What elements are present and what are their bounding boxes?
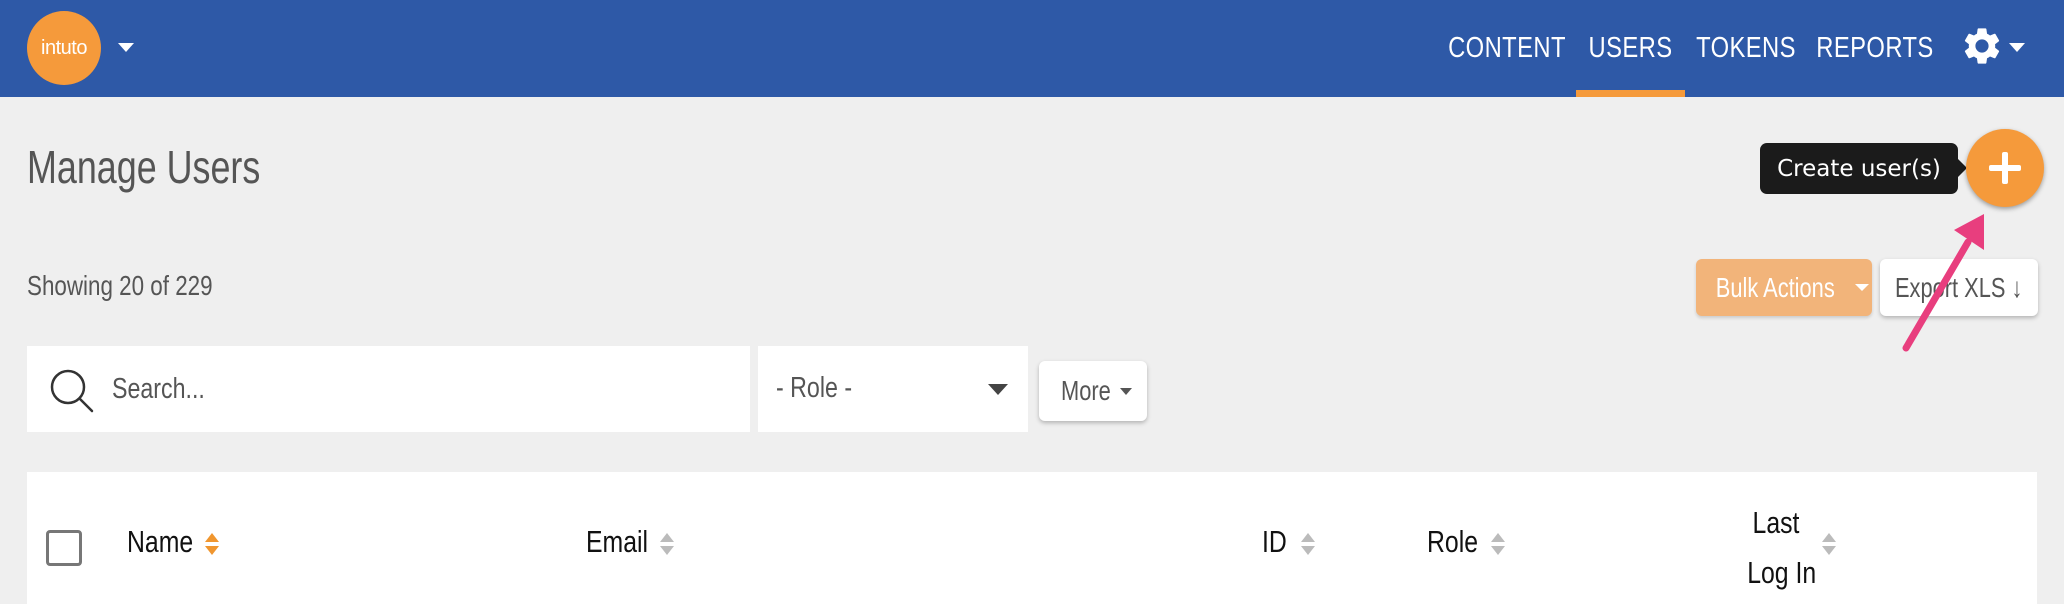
nav-users[interactable]: USERS	[1586, 0, 1675, 97]
nav-reports[interactable]: REPORTS	[1816, 0, 1933, 97]
chevron-down-icon	[1855, 284, 1870, 291]
app-menu-caret-icon[interactable]	[118, 43, 134, 52]
last-log-in-line-2: Log In	[1747, 555, 1817, 590]
page-title: Manage Users	[27, 141, 261, 193]
column-header-email[interactable]: Email	[586, 524, 648, 560]
intuto-logo[interactable]: intuto	[27, 11, 101, 85]
nav-tokens[interactable]: TOKENS	[1696, 0, 1795, 97]
sort-icon[interactable]	[1301, 533, 1315, 557]
column-header-name[interactable]: Name	[127, 524, 193, 560]
column-header-last-log-in[interactable]: Last Log In	[1740, 498, 1817, 598]
last-log-in-line-1: Last	[1752, 505, 1800, 540]
results-count: Showing 20 of 229	[27, 270, 213, 301]
more-filters-label: More	[1060, 375, 1111, 406]
gear-icon[interactable]	[1960, 24, 2004, 68]
sort-icon[interactable]	[660, 533, 674, 557]
sort-icon[interactable]	[1491, 533, 1505, 557]
logo-text: intuto	[41, 36, 87, 59]
search-icon	[50, 369, 94, 413]
bulk-actions-button[interactable]: Bulk Actions	[1696, 259, 1872, 316]
column-header-id[interactable]: ID	[1262, 524, 1287, 560]
chevron-down-icon	[988, 384, 1008, 395]
sort-icon[interactable]	[205, 533, 219, 557]
create-user-button[interactable]	[1966, 129, 2044, 207]
annotation-arrow-icon	[1902, 214, 1984, 352]
search-input[interactable]	[112, 364, 592, 414]
create-user-tooltip: Create user(s)	[1760, 143, 1958, 194]
bulk-actions-label: Bulk Actions	[1715, 271, 1835, 303]
sort-icon[interactable]	[1822, 533, 1836, 557]
column-header-role[interactable]: Role	[1427, 524, 1478, 560]
active-nav-indicator	[1576, 90, 1685, 97]
search-box	[27, 346, 750, 432]
select-all-checkbox[interactable]	[46, 530, 82, 566]
users-table	[27, 472, 2037, 604]
role-select-value: - Role -	[776, 372, 853, 404]
nav-content[interactable]: CONTENT	[1448, 0, 1565, 97]
more-filters-button[interactable]: More	[1039, 361, 1147, 421]
settings-caret-icon[interactable]	[2009, 43, 2025, 52]
role-select[interactable]: - Role -	[758, 346, 1028, 432]
chevron-down-icon	[1120, 387, 1133, 395]
top-navigation-bar: intuto CONTENT USERS TOKENS REPORTS	[0, 0, 2064, 97]
